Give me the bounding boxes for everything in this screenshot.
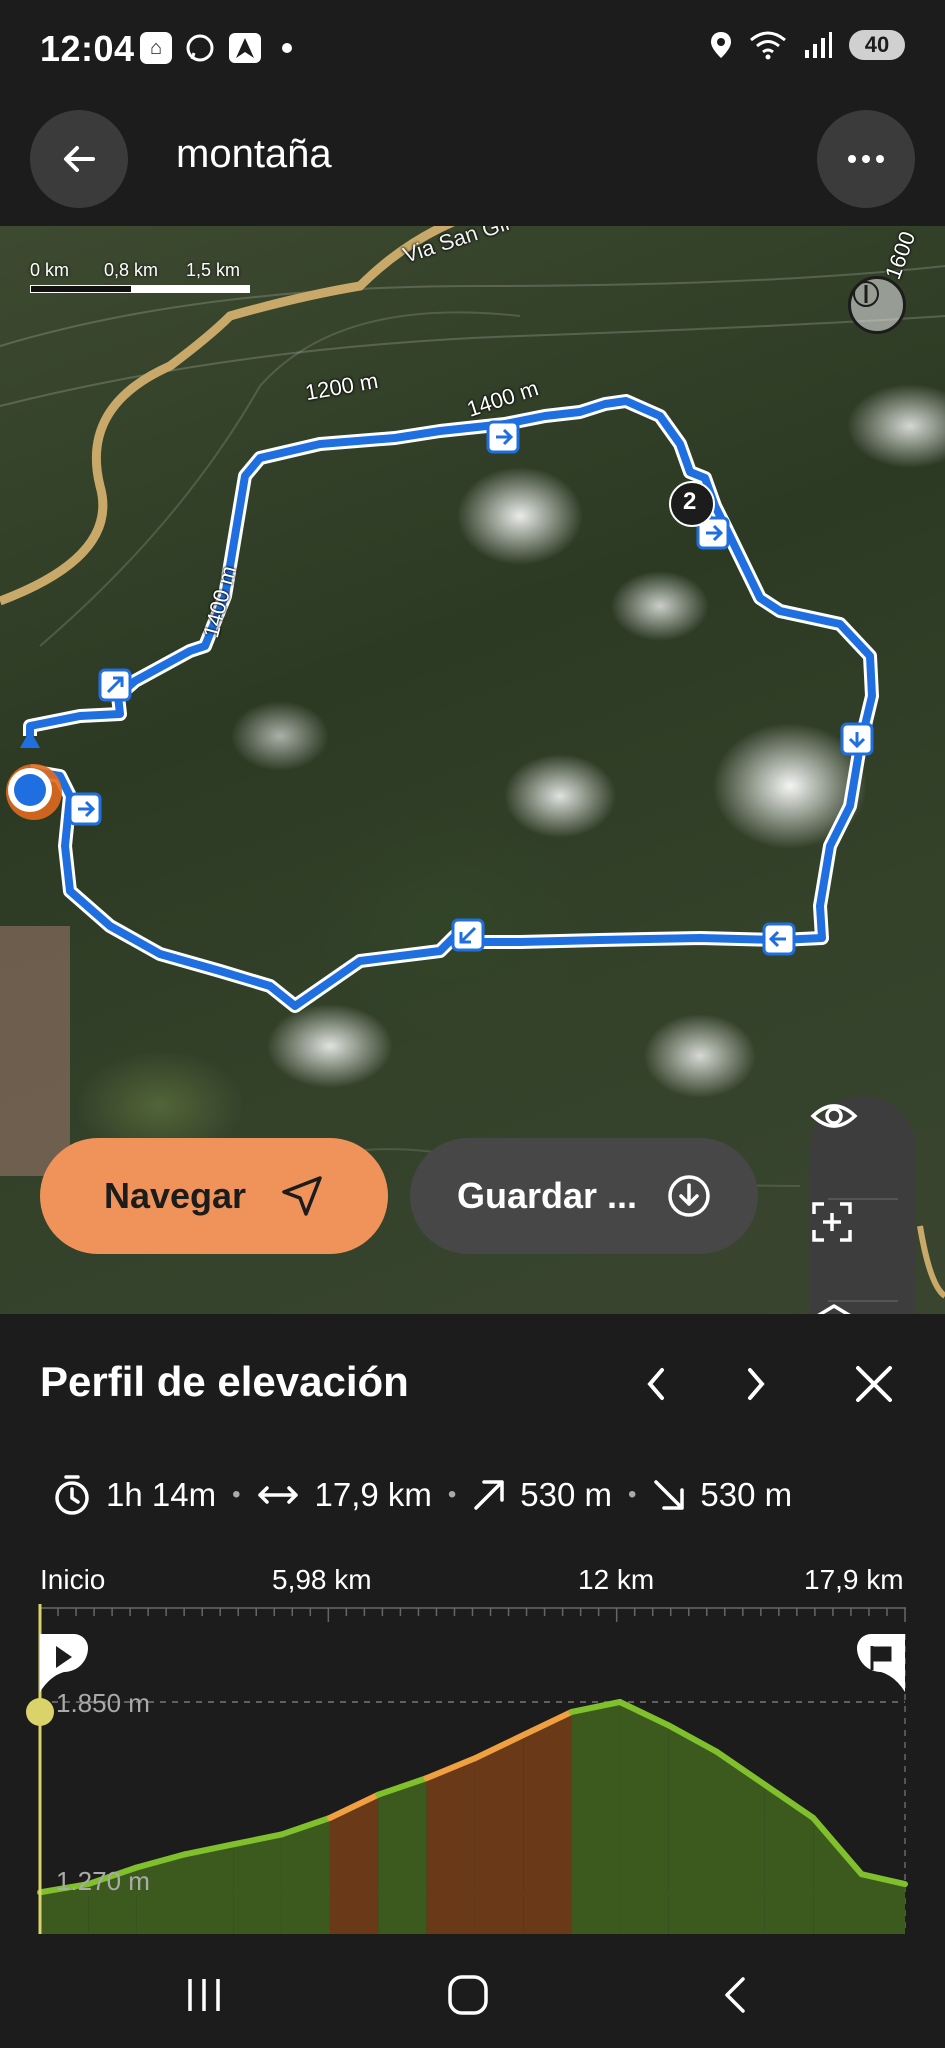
- battery-icon: 40: [849, 30, 905, 60]
- scale-label-0: 0 km: [30, 260, 70, 280]
- app-bar: montaña: [0, 100, 945, 226]
- back-button[interactable]: [30, 110, 128, 208]
- notification-icons: ⌂: [140, 32, 292, 64]
- x-tick-label-3: 17,9 km: [804, 1564, 904, 1595]
- elevation-panel: Perfil de elevación 1h 14m • 17,9 km • 5…: [0, 1314, 945, 2048]
- next-button[interactable]: [726, 1354, 786, 1414]
- visibility-button[interactable]: [810, 1096, 916, 1196]
- stopwatch-icon: [55, 1475, 89, 1515]
- scale-label-1: 0,8 km: [104, 260, 159, 280]
- system-icons: 40: [709, 30, 905, 60]
- arrow-down-right-icon: [654, 1480, 685, 1510]
- scale-bar: [30, 285, 250, 293]
- recents-button[interactable]: [174, 1970, 234, 2020]
- frame-button[interactable]: [810, 1200, 916, 1300]
- elevation-area-segment: [281, 1817, 330, 1934]
- stat-duration: 1h 14m: [52, 1474, 216, 1516]
- close-button[interactable]: [844, 1354, 904, 1414]
- stat-distance: 17,9 km: [256, 1476, 432, 1514]
- back-nav-button[interactable]: [704, 1970, 764, 2020]
- frame-add-icon: [812, 1202, 852, 1242]
- chevron-left-icon: [647, 1368, 664, 1400]
- elevation-title: Perfil de elevación: [40, 1358, 409, 1405]
- previous-button[interactable]: [626, 1354, 686, 1414]
- cursor-handle[interactable]: [26, 1698, 54, 1726]
- chevron-right-icon: [748, 1368, 765, 1400]
- status-bar: 12:04 ⌂ 40: [0, 0, 945, 100]
- navigate-button[interactable]: Navegar: [40, 1138, 388, 1254]
- navigation-arrow-icon: [282, 1176, 322, 1216]
- elevation-area-segment: [764, 1784, 814, 1934]
- navigation-app-icon: [229, 33, 261, 63]
- download-circle-icon: [668, 1175, 710, 1217]
- home-icon: [448, 1975, 488, 2015]
- signal-icon: [805, 32, 832, 58]
- elevation-area-segment: [426, 1758, 475, 1934]
- separator: •: [628, 1481, 637, 1508]
- stat-descent: 530 m: [652, 1476, 792, 1514]
- elevation-area-segment: [813, 1817, 862, 1934]
- compass-button[interactable]: [848, 276, 906, 334]
- elevation-area-segment: [378, 1778, 427, 1934]
- elevation-area-segment: [233, 1834, 282, 1934]
- compass-icon: [853, 281, 879, 307]
- recents-icon: [188, 1979, 220, 2011]
- distance-arrows-icon: [258, 1486, 299, 1504]
- navigate-label: Navegar: [103, 1175, 247, 1216]
- elevation-area-segment: [523, 1711, 572, 1934]
- route-stats: 1h 14m • 17,9 km • 530 m • 530 m: [52, 1474, 792, 1516]
- descent-value: 530 m: [700, 1476, 793, 1513]
- home-button[interactable]: [438, 1970, 498, 2020]
- separator: •: [447, 1481, 457, 1508]
- x-tick-label-1: 5,98 km: [272, 1564, 372, 1595]
- duration-value: 1h 14m: [106, 1476, 217, 1513]
- y-tick-label-max: 1.850 m: [56, 1688, 150, 1718]
- elevation-area-segment: [184, 1844, 234, 1934]
- wifi-icon: [750, 31, 786, 60]
- stat-ascent: 530 m: [472, 1476, 612, 1514]
- elevation-area-segment: [668, 1725, 717, 1934]
- finish-marker: [857, 1634, 905, 1692]
- elevation-area-segment: [474, 1735, 524, 1934]
- status-time: 12:04: [40, 28, 135, 69]
- save-button[interactable]: Guardar ...: [410, 1138, 758, 1254]
- map-tools-panel: [810, 1096, 916, 1314]
- elevation-chart[interactable]: 1.850 m 1.270 m: [0, 1604, 945, 1934]
- y-tick-label-min: 1.270 m: [56, 1866, 150, 1896]
- system-navigation-bar: [0, 1940, 945, 2048]
- waypoint-number: 2: [683, 488, 697, 515]
- distance-value: 17,9 km: [314, 1476, 432, 1513]
- map-scale: 0 km 0,8 km 1,5 km: [30, 260, 250, 293]
- ascent-value: 530 m: [520, 1476, 612, 1513]
- x-tick-label-2: 12 km: [578, 1564, 655, 1595]
- whatsapp-icon: [186, 34, 214, 62]
- eye-icon: [810, 1104, 858, 1128]
- arrow-up-right-icon: [474, 1480, 505, 1510]
- notification-dot: [282, 43, 292, 53]
- app-icon: ⌂: [140, 32, 172, 64]
- location-icon: [711, 32, 731, 58]
- page-title: montaña: [176, 132, 332, 176]
- separator: •: [232, 1481, 241, 1508]
- save-label: Guardar ...: [456, 1175, 638, 1216]
- layers-icon: [817, 1304, 851, 1314]
- elevation-area-segment: [619, 1702, 669, 1934]
- scale-label-2: 1,5 km: [186, 260, 241, 280]
- x-tick-label-0: Inicio: [40, 1564, 106, 1595]
- more-options-button[interactable]: [817, 110, 915, 208]
- more-horizontal-icon: [848, 155, 884, 163]
- elevation-area-segment: [571, 1702, 620, 1934]
- arrow-left-icon: [64, 146, 95, 172]
- layers-button[interactable]: [810, 1302, 916, 1314]
- close-icon: [856, 1366, 892, 1402]
- back-icon: [725, 1977, 745, 2013]
- start-marker: [40, 1634, 88, 1692]
